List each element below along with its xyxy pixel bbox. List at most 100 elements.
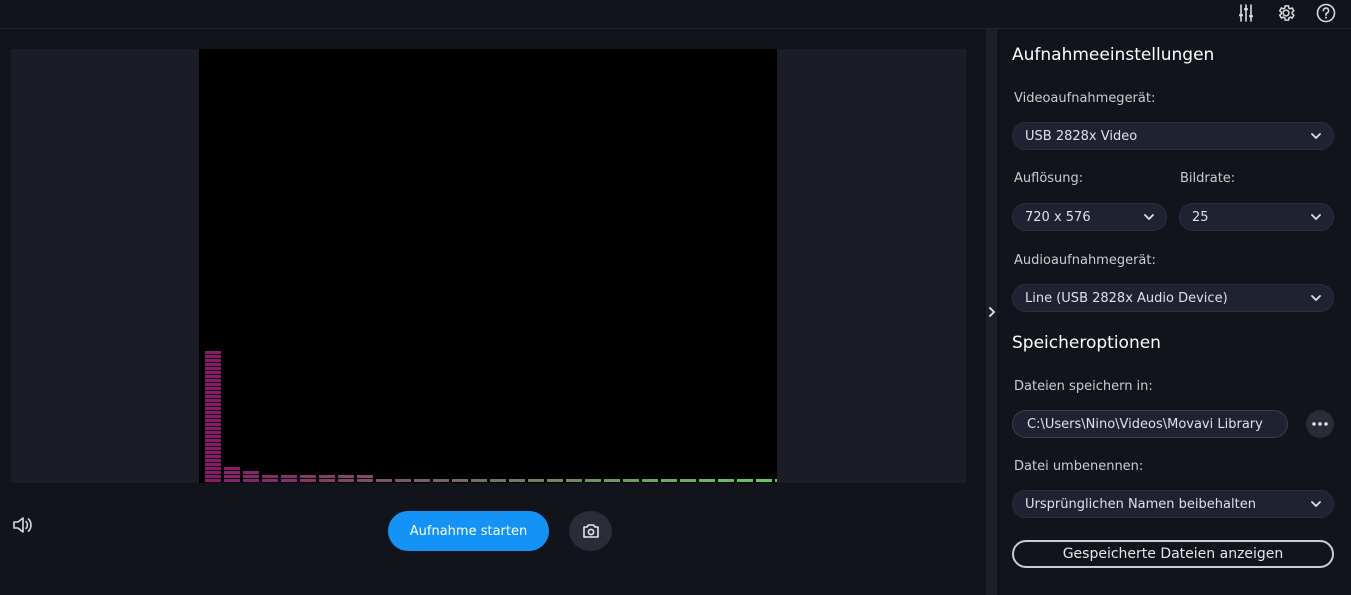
- level-bar: [452, 479, 468, 482]
- level-segment: [243, 479, 259, 482]
- chevron-down-icon: [1311, 294, 1321, 301]
- start-recording-button[interactable]: Aufnahme starten: [388, 511, 549, 551]
- level-bar: [528, 479, 544, 482]
- level-segment: [205, 403, 221, 406]
- audio-device-value: Line (USB 2828x Audio Device): [1025, 290, 1228, 306]
- level-segment: [433, 479, 449, 482]
- level-segment: [205, 447, 221, 450]
- level-segment: [205, 427, 221, 430]
- level-bar: [775, 479, 777, 482]
- video-preview: [199, 49, 777, 483]
- level-bar: [433, 479, 449, 482]
- level-segment: [376, 479, 392, 482]
- video-device-select[interactable]: USB 2828x Video: [1012, 122, 1334, 150]
- chevron-right-icon: [988, 307, 995, 317]
- level-segment: [205, 467, 221, 470]
- level-segment: [205, 419, 221, 422]
- show-saved-files-button[interactable]: Gespeicherte Dateien anzeigen: [1012, 540, 1334, 568]
- level-segment: [699, 479, 715, 482]
- audio-device-select[interactable]: Line (USB 2828x Audio Device): [1012, 284, 1334, 312]
- level-bar: [585, 479, 601, 482]
- level-segment: [243, 475, 259, 478]
- level-segment: [775, 479, 777, 482]
- save-path-field[interactable]: C:\Users\Nino\Videos\Movavi Library: [1012, 410, 1288, 438]
- level-bar: [243, 471, 259, 482]
- panel-collapse-handle[interactable]: [986, 29, 997, 595]
- level-bar: [319, 475, 335, 482]
- level-bar: [224, 467, 240, 482]
- help-icon[interactable]: [1313, 0, 1339, 26]
- level-segment: [756, 479, 772, 482]
- level-segment: [490, 479, 506, 482]
- level-segment: [319, 479, 335, 482]
- level-segment: [338, 479, 354, 482]
- chevron-down-icon: [1311, 500, 1321, 507]
- chevron-down-icon: [1144, 213, 1154, 220]
- level-bar: [756, 479, 772, 482]
- level-bar: [300, 475, 316, 482]
- rename-select[interactable]: Ursprünglichen Namen beibehalten: [1012, 490, 1334, 518]
- level-segment: [357, 475, 373, 478]
- level-bar: [205, 351, 221, 482]
- level-segment: [604, 479, 620, 482]
- level-bar: [737, 479, 753, 482]
- framerate-value: 25: [1192, 209, 1209, 225]
- level-segment: [680, 479, 696, 482]
- level-segment: [224, 475, 240, 478]
- level-segment: [205, 439, 221, 442]
- level-segment: [205, 391, 221, 394]
- settings-panel: Aufnahmeeinstellungen Videoaufnahmegerät…: [997, 29, 1351, 595]
- level-bar: [395, 479, 411, 482]
- browse-folder-button[interactable]: [1306, 410, 1334, 438]
- level-segment: [281, 479, 297, 482]
- level-bar: [623, 479, 639, 482]
- equalizer-icon[interactable]: [1233, 0, 1259, 26]
- level-bar: [262, 475, 278, 482]
- level-bar: [509, 479, 525, 482]
- level-segment: [205, 459, 221, 462]
- preview-area: [11, 49, 966, 483]
- level-bar: [490, 479, 506, 482]
- level-segment: [395, 479, 411, 482]
- level-segment: [205, 395, 221, 398]
- level-segment: [319, 475, 335, 478]
- framerate-select[interactable]: 25: [1179, 203, 1334, 231]
- level-segment: [737, 479, 753, 482]
- level-segment: [262, 479, 278, 482]
- level-segment: [300, 475, 316, 478]
- level-bar: [414, 479, 430, 482]
- level-segment: [300, 479, 316, 482]
- resolution-select[interactable]: 720 x 576: [1012, 203, 1167, 231]
- level-segment: [281, 475, 297, 478]
- level-bar: [547, 479, 563, 482]
- level-segment: [471, 479, 487, 482]
- level-segment: [205, 451, 221, 454]
- gear-icon[interactable]: [1273, 0, 1299, 26]
- level-bar: [680, 479, 696, 482]
- level-segment: [205, 407, 221, 410]
- level-segment: [205, 387, 221, 390]
- level-bar: [718, 479, 734, 482]
- save-options-title: Speicheroptionen: [1012, 333, 1161, 353]
- level-segment: [205, 351, 221, 354]
- volume-icon[interactable]: [11, 515, 35, 535]
- level-segment: [205, 367, 221, 370]
- level-segment: [205, 455, 221, 458]
- level-segment: [205, 443, 221, 446]
- level-segment: [205, 463, 221, 466]
- level-segment: [452, 479, 468, 482]
- level-segment: [585, 479, 601, 482]
- level-segment: [262, 475, 278, 478]
- main-area: Aufnahme starten: [0, 29, 986, 595]
- level-segment: [205, 479, 221, 482]
- level-segment: [205, 355, 221, 358]
- chevron-down-icon: [1311, 213, 1321, 220]
- level-segment: [205, 375, 221, 378]
- level-segment: [414, 479, 430, 482]
- level-segment: [205, 383, 221, 386]
- level-segment: [224, 467, 240, 470]
- level-segment: [205, 363, 221, 366]
- rename-label: Datei umbenennen:: [1014, 459, 1144, 474]
- snapshot-button[interactable]: [569, 511, 612, 551]
- video-device-value: USB 2828x Video: [1025, 128, 1138, 144]
